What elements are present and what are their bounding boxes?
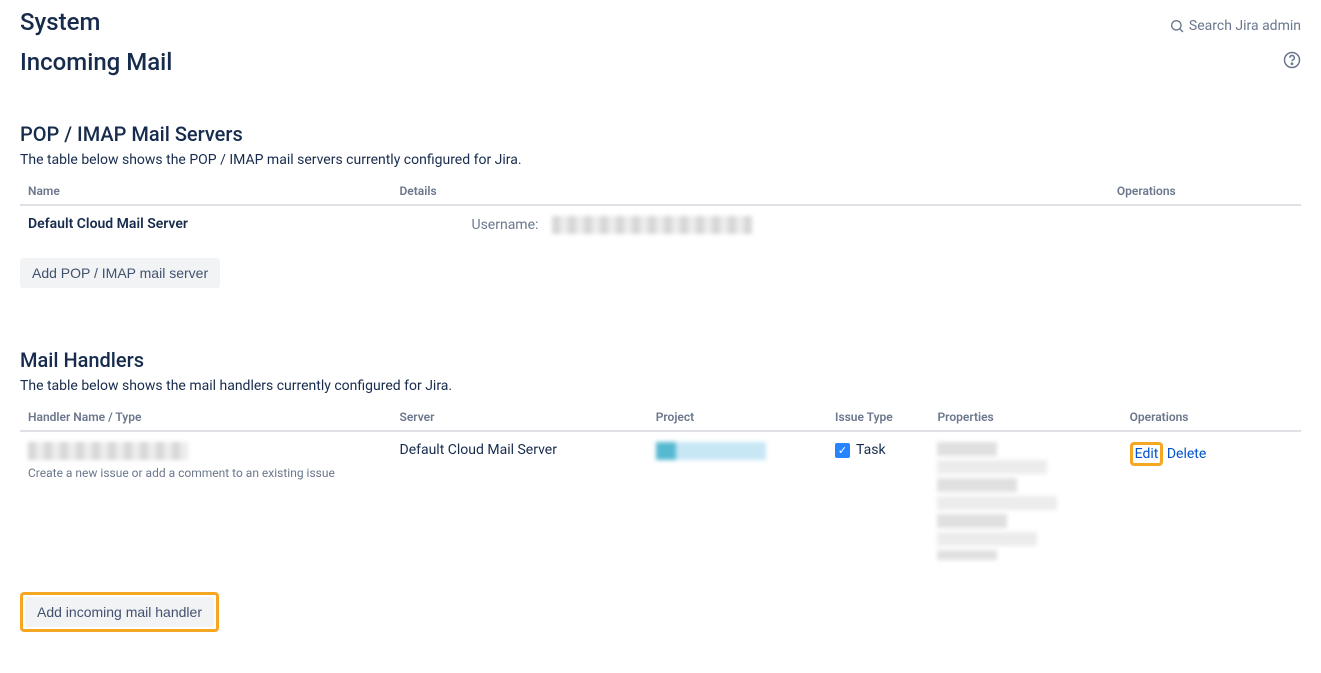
add-incoming-mail-handler-button[interactable]: Add incoming mail handler	[25, 597, 214, 627]
add-mail-server-button[interactable]: Add POP / IMAP mail server	[20, 258, 220, 288]
task-issuetype-icon: ✓	[835, 443, 850, 458]
username-label: Username:	[471, 217, 538, 233]
col-project: Project	[648, 404, 827, 431]
mail-servers-title: POP / IMAP Mail Servers	[20, 122, 1301, 146]
col-operations-handlers: Operations	[1122, 404, 1301, 431]
col-details: Details	[391, 178, 1108, 205]
delete-link[interactable]: Delete	[1167, 446, 1206, 462]
table-row: Create a new issue or add a comment to a…	[20, 431, 1301, 570]
search-jira-admin-link[interactable]: Search Jira admin	[1169, 18, 1301, 34]
page-title: Incoming Mail	[20, 48, 172, 76]
breadcrumb-system: System	[20, 8, 100, 36]
section-mail-servers: POP / IMAP Mail Servers The table below …	[20, 122, 1301, 288]
col-handler-name: Handler Name / Type	[20, 404, 392, 431]
col-name: Name	[20, 178, 391, 205]
section-mail-handlers: Mail Handlers The table below shows the …	[20, 348, 1301, 632]
mail-handlers-table: Handler Name / Type Server Project Issue…	[20, 404, 1301, 570]
table-row: Default Cloud Mail Server Username:	[20, 205, 1301, 244]
edit-highlight: Edit	[1130, 442, 1164, 466]
mail-servers-desc: The table below shows the POP / IMAP mai…	[20, 152, 1301, 168]
col-issue-type: Issue Type	[827, 404, 929, 431]
handler-operations: Edit Delete	[1122, 431, 1301, 570]
issue-type-label: Task	[856, 442, 886, 458]
mail-handlers-desc: The table below shows the mail handlers …	[20, 378, 1301, 394]
handler-name-redacted	[28, 442, 188, 460]
col-operations: Operations	[1109, 178, 1301, 205]
col-properties: Properties	[929, 404, 1121, 431]
handler-server: Default Cloud Mail Server	[392, 431, 648, 570]
username-redacted	[552, 216, 752, 234]
help-icon[interactable]	[1283, 51, 1301, 73]
handler-properties	[929, 431, 1121, 570]
search-jira-admin-label: Search Jira admin	[1189, 18, 1301, 34]
project-redacted	[656, 442, 776, 460]
col-server: Server	[392, 404, 648, 431]
handler-type-desc: Create a new issue or add a comment to a…	[28, 466, 384, 480]
mail-servers-table: Name Details Operations Default Cloud Ma…	[20, 178, 1301, 244]
handler-issue-type: ✓ Task	[827, 431, 929, 570]
properties-redacted	[937, 442, 1067, 560]
handler-project	[648, 431, 827, 570]
handler-name-cell: Create a new issue or add a comment to a…	[20, 431, 392, 570]
add-handler-highlight: Add incoming mail handler	[20, 592, 219, 632]
mail-handlers-title: Mail Handlers	[20, 348, 1301, 372]
server-name: Default Cloud Mail Server	[20, 205, 391, 244]
search-icon	[1169, 18, 1185, 34]
server-operations	[1109, 205, 1301, 244]
edit-link[interactable]: Edit	[1135, 446, 1159, 462]
server-details: Username:	[391, 205, 1108, 244]
